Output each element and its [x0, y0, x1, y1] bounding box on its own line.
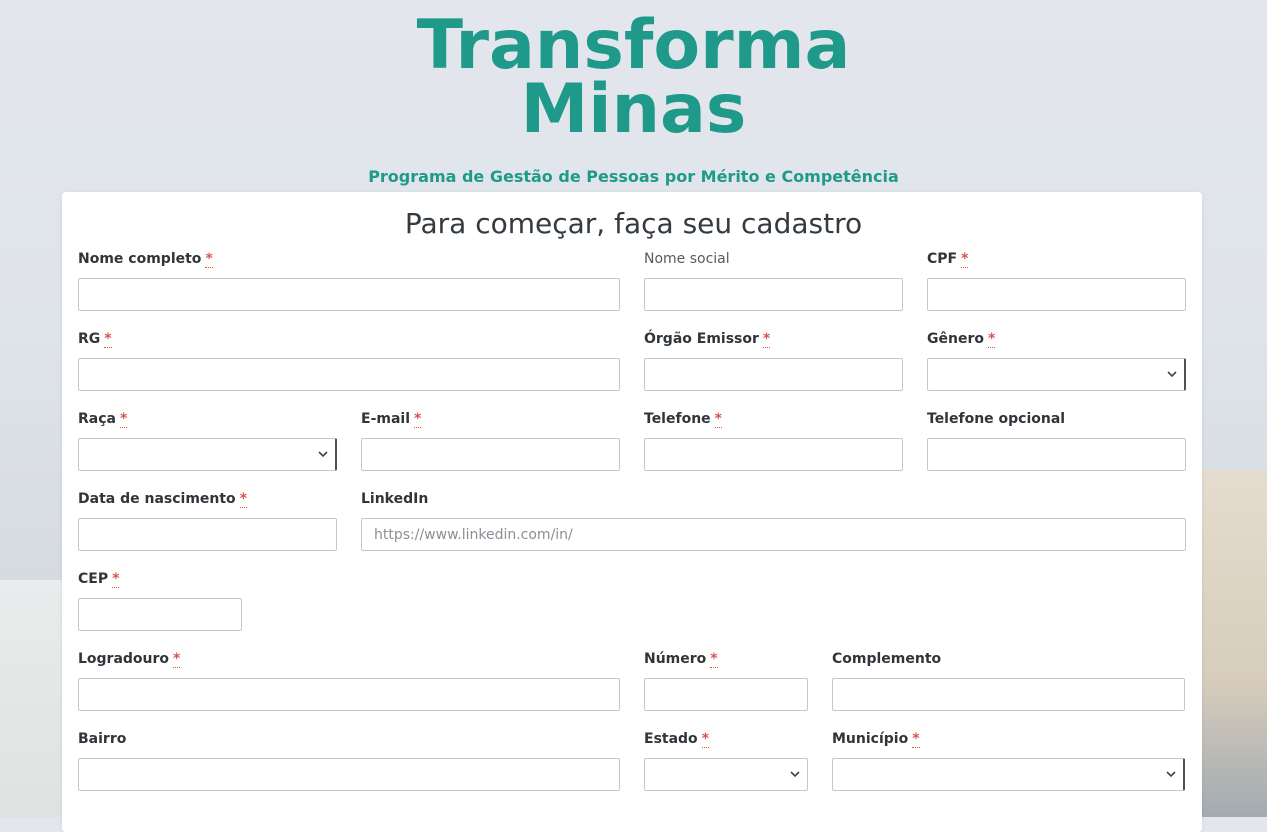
nome-completo-label: Nome completo * — [78, 251, 213, 268]
nome-completo-input[interactable] — [78, 278, 620, 311]
chevron-down-icon — [1166, 771, 1176, 778]
numero-input[interactable] — [644, 678, 808, 711]
data-nascimento-label: Data de nascimento * — [78, 491, 248, 508]
brand-line-2: Minas — [520, 70, 747, 149]
nome-social-label: Nome social — [644, 251, 730, 267]
telefone-opcional-input[interactable] — [927, 438, 1186, 471]
required-mark: * — [912, 731, 920, 748]
genero-label: Gênero * — [927, 331, 996, 348]
complemento-input[interactable] — [832, 678, 1185, 711]
nome-social-input[interactable] — [644, 278, 903, 311]
required-mark: * — [173, 651, 181, 668]
bairro-label: Bairro — [78, 731, 127, 747]
complemento-label: Complemento — [832, 651, 942, 667]
brand-tagline: Programa de Gestão de Pessoas por Mérito… — [368, 167, 899, 186]
email-input[interactable] — [361, 438, 620, 471]
rg-label: RG * — [78, 331, 112, 348]
brand-logo: Transforma Minas — [0, 6, 1267, 149]
estado-label: Estado * — [644, 731, 710, 748]
form-title: Para começar, faça seu cadastro — [404, 207, 863, 240]
telefone-opcional-label: Telefone opcional — [927, 411, 1066, 427]
required-mark: * — [239, 491, 248, 508]
email-label: E-mail * — [361, 411, 422, 428]
required-mark: * — [701, 731, 710, 748]
raca-label: Raça * — [78, 411, 128, 428]
orgao-emissor-label: Órgão Emissor * — [644, 331, 771, 348]
cep-label: CEP * — [78, 571, 120, 588]
required-mark: * — [414, 411, 422, 428]
chevron-down-icon — [318, 451, 328, 458]
required-mark: * — [987, 331, 996, 348]
numero-label: Número * — [644, 651, 718, 668]
chevron-down-icon — [1167, 371, 1177, 378]
raca-select[interactable] — [78, 438, 337, 471]
chevron-down-icon — [790, 771, 800, 778]
linkedin-label: LinkedIn — [361, 491, 429, 507]
orgao-emissor-input[interactable] — [644, 358, 903, 391]
municipio-select[interactable] — [832, 758, 1185, 791]
telefone-label: Telefone * — [644, 411, 722, 428]
logradouro-label: Logradouro * — [78, 651, 181, 668]
required-mark: * — [104, 331, 112, 348]
bairro-input[interactable] — [78, 758, 620, 791]
required-mark: * — [714, 411, 722, 428]
genero-select[interactable] — [927, 358, 1186, 391]
required-mark: * — [112, 571, 120, 588]
required-mark: * — [961, 251, 969, 268]
brand-line-1: Transforma — [416, 6, 851, 85]
background-left-panel — [0, 580, 62, 817]
data-nascimento-input[interactable] — [78, 518, 337, 551]
cep-input[interactable] — [78, 598, 242, 631]
required-mark: * — [205, 251, 213, 268]
required-mark: * — [119, 411, 128, 428]
cpf-input[interactable] — [927, 278, 1186, 311]
required-mark: * — [762, 331, 771, 348]
linkedin-input[interactable] — [361, 518, 1186, 551]
required-mark: * — [710, 651, 718, 668]
cpf-label: CPF * — [927, 251, 969, 268]
municipio-label: Município * — [832, 731, 920, 748]
rg-input[interactable] — [78, 358, 620, 391]
telefone-input[interactable] — [644, 438, 903, 471]
estado-select[interactable] — [644, 758, 808, 791]
logradouro-input[interactable] — [78, 678, 620, 711]
